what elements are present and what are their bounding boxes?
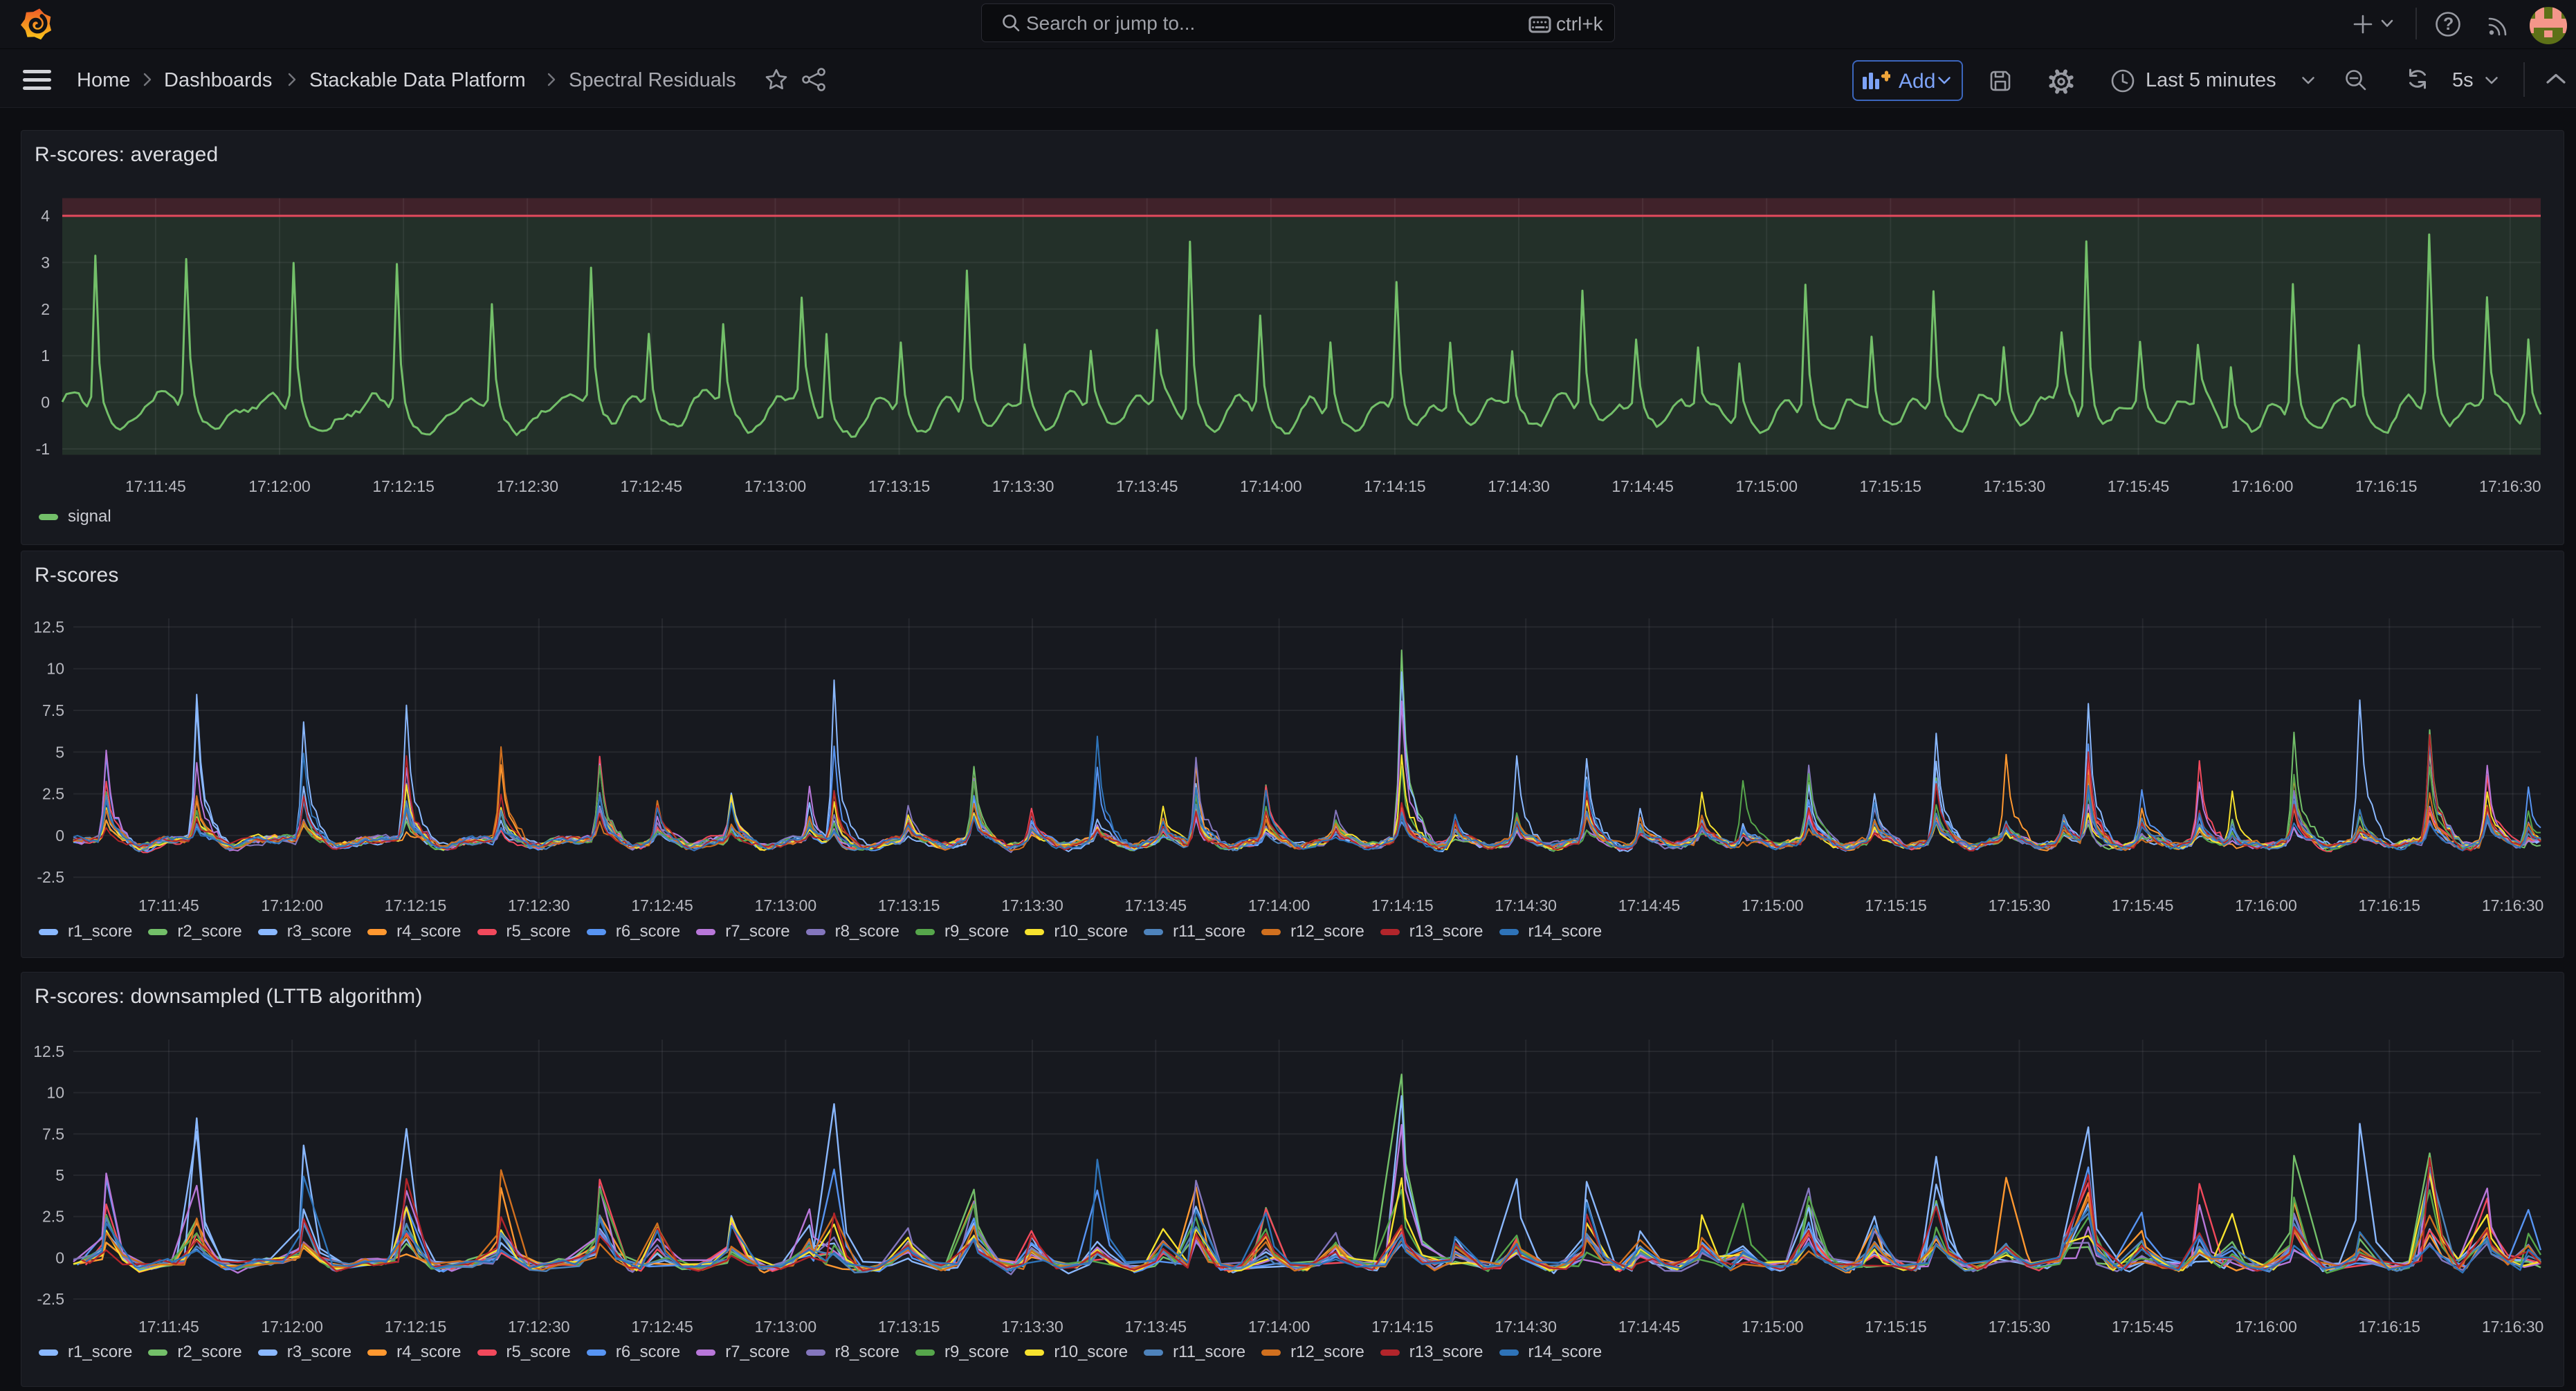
svg-text:17:12:00: 17:12:00 [261, 1318, 323, 1336]
svg-text:3: 3 [41, 253, 50, 271]
svg-text:17:12:45: 17:12:45 [631, 1318, 693, 1336]
svg-text:17:15:00: 17:15:00 [1742, 1318, 1804, 1336]
svg-text:2: 2 [41, 300, 50, 318]
svg-text:17:11:45: 17:11:45 [138, 896, 199, 914]
svg-text:10: 10 [46, 1084, 64, 1102]
svg-text:17:14:45: 17:14:45 [1618, 1318, 1681, 1336]
svg-text:0: 0 [55, 1249, 64, 1266]
svg-text:17:16:30: 17:16:30 [2482, 1318, 2544, 1336]
svg-text:17:15:45: 17:15:45 [2112, 1318, 2174, 1336]
svg-text:17:16:30: 17:16:30 [2482, 896, 2544, 914]
svg-text:17:12:45: 17:12:45 [631, 896, 693, 914]
svg-text:17:11:45: 17:11:45 [125, 477, 186, 495]
svg-text:17:12:15: 17:12:15 [385, 1318, 447, 1336]
svg-text:17:16:00: 17:16:00 [2231, 477, 2294, 495]
svg-text:-1: -1 [36, 440, 50, 458]
svg-text:17:12:15: 17:12:15 [372, 477, 435, 495]
svg-text:17:15:30: 17:15:30 [1989, 896, 2051, 914]
svg-text:-2.5: -2.5 [37, 868, 64, 886]
svg-text:17:15:30: 17:15:30 [1984, 477, 2046, 495]
svg-text:17:13:45: 17:13:45 [1125, 896, 1187, 914]
svg-text:17:15:45: 17:15:45 [2112, 896, 2174, 914]
svg-text:17:16:00: 17:16:00 [2235, 896, 2297, 914]
svg-text:1: 1 [41, 347, 50, 365]
svg-text:17:16:30: 17:16:30 [2479, 477, 2541, 495]
svg-text:17:13:30: 17:13:30 [992, 477, 1054, 495]
svg-text:17:15:30: 17:15:30 [1989, 1318, 2051, 1336]
svg-text:17:12:30: 17:12:30 [508, 1318, 570, 1336]
svg-text:17:14:00: 17:14:00 [1248, 1318, 1310, 1336]
svg-text:17:12:00: 17:12:00 [261, 896, 323, 914]
svg-text:17:15:15: 17:15:15 [1860, 477, 1922, 495]
svg-text:12.5: 12.5 [33, 618, 64, 636]
svg-text:17:13:15: 17:13:15 [878, 1318, 940, 1336]
svg-text:10: 10 [46, 660, 64, 678]
svg-text:17:13:45: 17:13:45 [1116, 477, 1178, 495]
svg-text:7.5: 7.5 [42, 701, 64, 719]
svg-text:17:13:00: 17:13:00 [755, 896, 817, 914]
svg-text:5: 5 [55, 1166, 64, 1184]
svg-text:17:13:15: 17:13:15 [878, 896, 940, 914]
svg-text:17:14:15: 17:14:15 [1371, 1318, 1434, 1336]
svg-text:7.5: 7.5 [42, 1125, 64, 1143]
svg-text:17:14:00: 17:14:00 [1240, 477, 1302, 495]
svg-text:17:14:00: 17:14:00 [1248, 896, 1310, 914]
svg-text:4: 4 [41, 207, 50, 225]
svg-text:17:11:45: 17:11:45 [138, 1318, 199, 1336]
svg-text:17:13:15: 17:13:15 [868, 477, 931, 495]
svg-text:17:14:30: 17:14:30 [1495, 1318, 1557, 1336]
svg-text:17:15:00: 17:15:00 [1735, 477, 1798, 495]
svg-text:17:12:00: 17:12:00 [248, 477, 311, 495]
svg-text:17:16:15: 17:16:15 [2355, 477, 2418, 495]
svg-text:17:15:15: 17:15:15 [1865, 1318, 1927, 1336]
svg-text:17:13:00: 17:13:00 [745, 477, 807, 495]
svg-text:17:14:45: 17:14:45 [1618, 896, 1681, 914]
svg-text:17:15:45: 17:15:45 [2108, 477, 2170, 495]
svg-text:17:14:15: 17:14:15 [1371, 896, 1434, 914]
svg-text:17:15:15: 17:15:15 [1865, 896, 1927, 914]
svg-text:17:15:00: 17:15:00 [1742, 896, 1804, 914]
svg-text:0: 0 [41, 394, 50, 412]
svg-text:0: 0 [55, 827, 64, 845]
svg-text:17:14:30: 17:14:30 [1488, 477, 1550, 495]
svg-text:17:13:45: 17:13:45 [1125, 1318, 1187, 1336]
svg-text:17:12:30: 17:12:30 [508, 896, 570, 914]
svg-text:17:12:15: 17:12:15 [385, 896, 447, 914]
svg-text:12.5: 12.5 [33, 1042, 64, 1060]
svg-text:17:16:00: 17:16:00 [2235, 1318, 2297, 1336]
svg-text:-2.5: -2.5 [37, 1290, 64, 1308]
svg-text:17:13:00: 17:13:00 [755, 1318, 817, 1336]
svg-text:17:14:45: 17:14:45 [1611, 477, 1674, 495]
svg-text:17:12:30: 17:12:30 [496, 477, 558, 495]
svg-text:17:12:45: 17:12:45 [621, 477, 683, 495]
svg-text:5: 5 [55, 743, 64, 761]
svg-text:17:16:15: 17:16:15 [2359, 896, 2421, 914]
svg-text:2.5: 2.5 [42, 1208, 64, 1226]
svg-text:17:14:30: 17:14:30 [1495, 896, 1557, 914]
svg-text:17:14:15: 17:14:15 [1364, 477, 1426, 495]
svg-text:2.5: 2.5 [42, 785, 64, 803]
svg-text:17:13:30: 17:13:30 [1001, 1318, 1063, 1336]
svg-text:17:16:15: 17:16:15 [2359, 1318, 2421, 1336]
svg-text:17:13:30: 17:13:30 [1001, 896, 1063, 914]
